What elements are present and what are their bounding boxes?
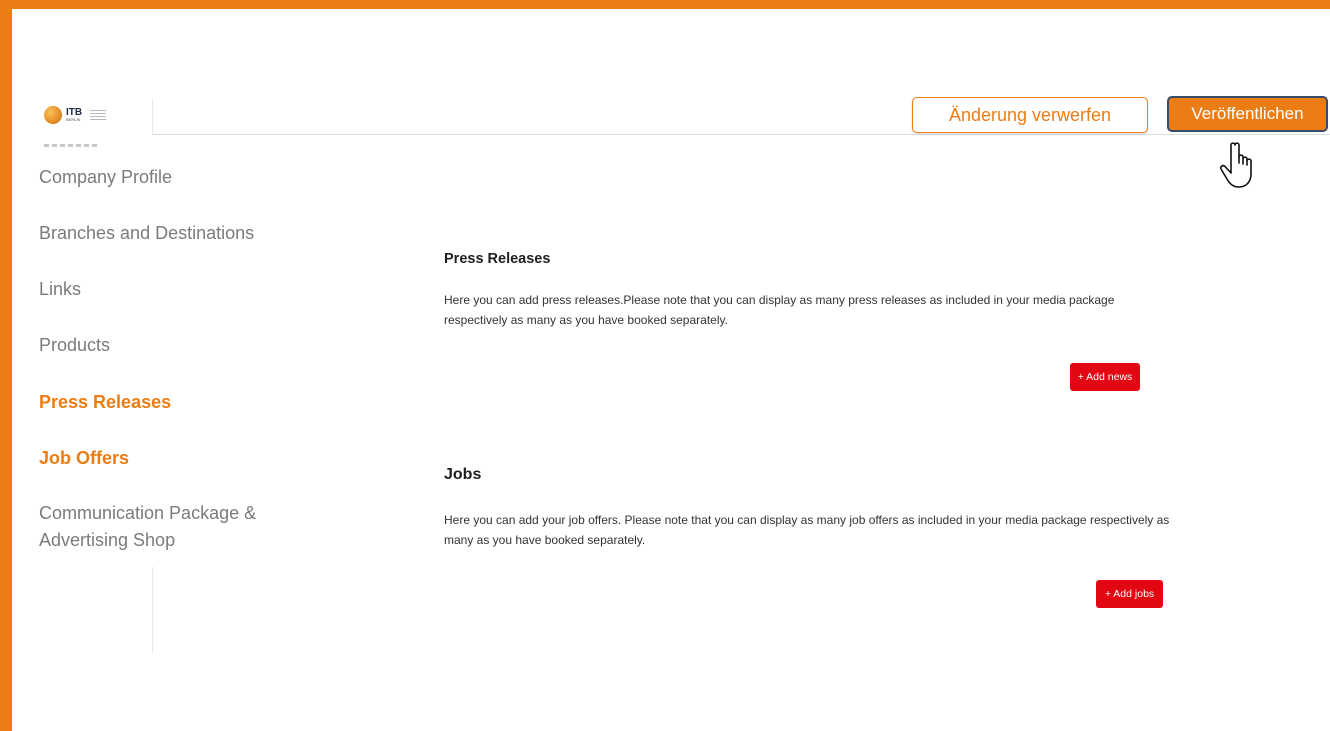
sidebar-divider-top [152, 100, 153, 135]
add-news-button[interactable]: + Add news [1070, 363, 1140, 391]
sidebar-divider-bottom [152, 567, 153, 653]
globe-icon [44, 106, 62, 124]
pointer-hand-icon [1220, 142, 1252, 188]
sidebar-item-branches[interactable]: Branches and Destinations [39, 223, 254, 244]
sidebar-item-links[interactable]: Links [39, 279, 81, 300]
sidebar-item-communication-package[interactable]: Communication Package & Advertising Shop [39, 500, 329, 554]
sidebar-item-job-offers[interactable]: Job Offers [39, 448, 129, 469]
sidebar-item-press-releases[interactable]: Press Releases [39, 392, 171, 413]
sidebar-item-products[interactable]: Products [39, 335, 110, 356]
sidebar-item-company-profile[interactable]: Company Profile [39, 167, 172, 188]
logo-sub: BERLIN [66, 117, 81, 122]
discard-changes-button[interactable]: Änderung verwerfen [912, 97, 1148, 133]
logo-tagline-lines [90, 110, 107, 120]
press-releases-description: Here you can add press releases.Please n… [444, 293, 1115, 327]
add-jobs-button[interactable]: + Add jobs [1096, 580, 1163, 608]
clipped-subtitle [44, 144, 100, 147]
press-releases-title: Press Releases [444, 251, 551, 267]
itb-logo: ITB BERLIN [44, 106, 107, 124]
header-divider [152, 134, 1330, 135]
publish-button[interactable]: Veröffentlichen [1167, 96, 1328, 132]
jobs-title: Jobs [444, 466, 482, 483]
jobs-description: Here you can add your job offers. Please… [444, 513, 1170, 547]
